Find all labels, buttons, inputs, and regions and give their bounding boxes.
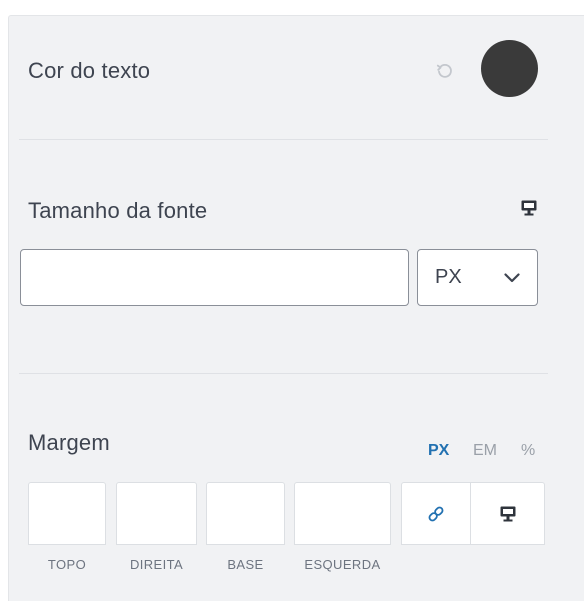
chevron-down-icon [504,273,520,283]
text-color-label: Cor do texto [28,58,151,83]
font-size-label: Tamanho da fonte [28,198,208,223]
font-size-unit-value: PX [435,266,462,288]
divider [19,139,548,140]
margin-bottom-input[interactable] [206,482,285,545]
margin-left-input[interactable] [294,482,391,545]
link-values-button[interactable] [401,482,471,545]
margin-right-label: DIREITA [129,557,184,572]
margin-top-input[interactable] [28,482,106,545]
margin-right-input[interactable] [116,482,197,545]
margin-left-label: ESQUERDA [304,557,381,572]
margin-unit-em[interactable]: EM [473,442,497,460]
margin-top-label: TOPO [47,557,87,572]
divider [19,373,548,374]
font-size-input[interactable] [20,249,409,306]
margin-unit-px[interactable]: PX [428,442,449,460]
desktop-icon[interactable] [520,199,538,217]
margin-bottom-label: BASE [227,557,264,572]
font-size-unit-select[interactable]: PX [417,249,538,306]
margin-device-button[interactable] [471,482,545,545]
reset-icon[interactable] [435,61,455,81]
link-icon [428,506,444,522]
desktop-icon [500,506,516,522]
margin-unit-percent[interactable]: % [521,442,535,460]
text-color-swatch[interactable] [481,40,538,97]
margin-label: Margem [28,430,110,455]
